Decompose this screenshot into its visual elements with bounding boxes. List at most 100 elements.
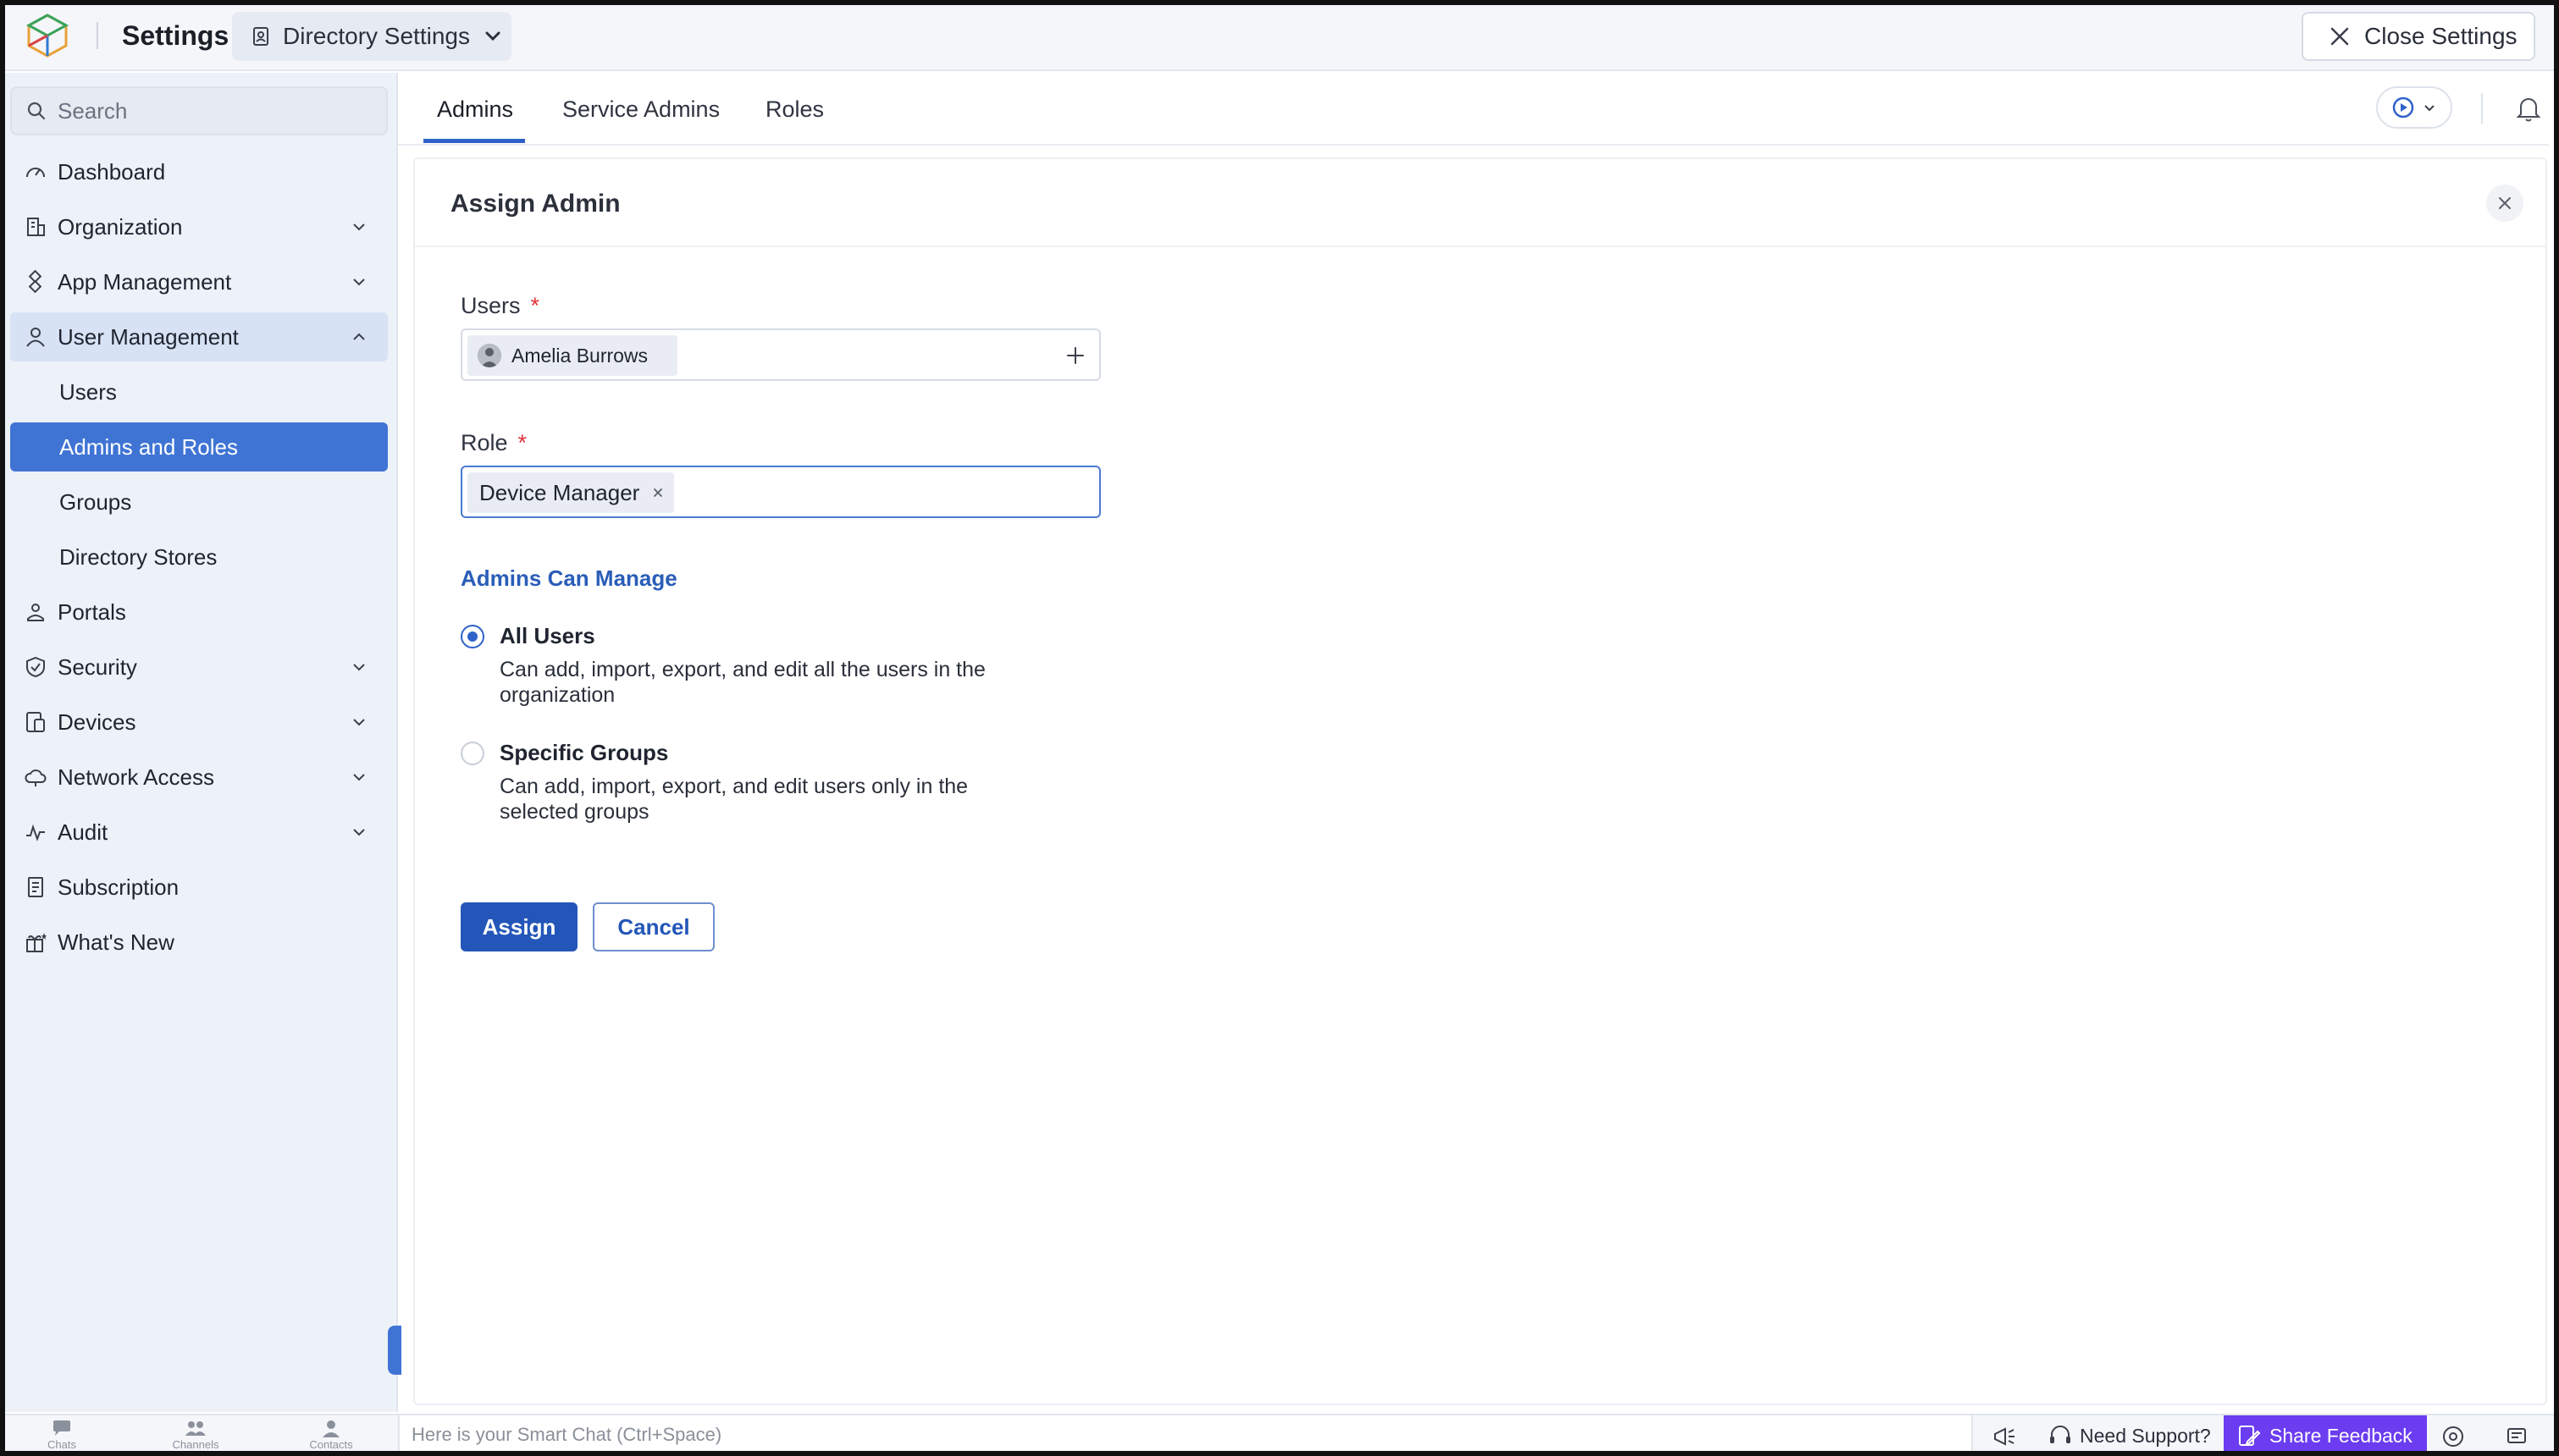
user-icon xyxy=(26,328,45,347)
chevron-down-icon xyxy=(353,719,365,726)
all-users-radio[interactable] xyxy=(461,625,484,648)
sidebar-item-devices[interactable]: Devices xyxy=(10,698,388,747)
toolbar-divider xyxy=(2481,93,2483,124)
chevron-down-icon xyxy=(353,829,365,836)
search-input[interactable] xyxy=(58,97,379,124)
close-icon xyxy=(2499,197,2511,209)
add-user-icon[interactable] xyxy=(1064,344,1087,367)
tab-bar: Admins Service Admins Roles xyxy=(398,73,2549,146)
option-title: Specific Groups xyxy=(500,740,669,765)
selected-role-name: Device Manager xyxy=(479,479,640,505)
active-tab-indicator xyxy=(423,139,525,143)
bottom-bar: Chats Channels Contacts Need Support? Sh… xyxy=(0,1414,2559,1456)
users-label-text: Users xyxy=(461,293,521,318)
feedback-icon xyxy=(2239,1426,2261,1446)
sidebar-item-label: Groups xyxy=(59,488,132,515)
app-title: Settings xyxy=(122,20,229,51)
at-mention-icon[interactable] xyxy=(2440,1424,2466,1449)
sidebar-item-admins-and-roles[interactable]: Admins and Roles xyxy=(10,422,388,472)
channels-icon xyxy=(185,1421,206,1436)
tab-admins[interactable]: Admins xyxy=(437,97,513,123)
meeting-dropdown-button[interactable] xyxy=(2376,86,2452,129)
tab-roles[interactable]: Roles xyxy=(765,97,824,123)
role-field-label: Role * xyxy=(461,430,527,456)
sidebar-item-groups[interactable]: Groups xyxy=(10,477,388,527)
smart-chat-bar[interactable] xyxy=(398,1415,1973,1456)
share-feedback-button[interactable]: Share Feedback xyxy=(2224,1415,2427,1456)
selected-role-chip[interactable]: Device Manager xyxy=(467,472,674,513)
directory-settings-label: Directory Settings xyxy=(283,23,470,49)
bottom-app-label: Chats xyxy=(47,1438,76,1451)
sidebar-item-label: Security xyxy=(58,654,137,680)
sidebar-item-label: App Management xyxy=(58,268,232,295)
sidebar-item-whats-new[interactable]: What's New xyxy=(10,918,388,967)
sidebar-item-label: Portals xyxy=(58,598,126,625)
bottom-app-chats[interactable]: Chats xyxy=(15,1419,108,1456)
close-settings-button[interactable]: Close Settings xyxy=(2302,12,2535,61)
option-description: Can add, import, export, and edit all th… xyxy=(500,658,986,707)
tab-service-admins[interactable]: Service Admins xyxy=(562,97,720,123)
sidebar-item-audit[interactable]: Audit xyxy=(10,808,388,857)
need-support-button[interactable]: Need Support? xyxy=(2048,1415,2211,1456)
panel-title: Assign Admin xyxy=(450,190,621,218)
sidebar-item-user-management[interactable]: User Management xyxy=(10,312,388,361)
remove-role-icon[interactable] xyxy=(651,486,665,499)
cloud-icon xyxy=(25,769,47,786)
close-icon xyxy=(2330,27,2349,46)
user-photo-icon xyxy=(478,344,501,367)
panel-close-button[interactable] xyxy=(2486,185,2523,222)
close-settings-label: Close Settings xyxy=(2364,23,2518,49)
messages-icon[interactable] xyxy=(2505,1424,2530,1449)
receipt-icon xyxy=(28,877,43,897)
selected-user-chip[interactable]: Amelia Burrows xyxy=(467,335,677,376)
role-field[interactable]: Device Manager xyxy=(461,466,1101,518)
announcement-icon[interactable] xyxy=(1992,1424,2017,1449)
bottom-app-channels[interactable]: Channels xyxy=(149,1419,242,1456)
apps-icon xyxy=(28,270,42,294)
bottom-app-contacts[interactable]: Contacts xyxy=(285,1419,378,1456)
gift-icon xyxy=(26,933,47,952)
share-feedback-label: Share Feedback xyxy=(2269,1424,2413,1447)
smart-chat-input[interactable] xyxy=(400,1415,1924,1454)
bottom-app-label: Channels xyxy=(172,1438,219,1451)
need-support-label: Need Support? xyxy=(2080,1424,2211,1447)
portal-icon xyxy=(27,604,44,621)
devices-icon xyxy=(26,712,45,732)
sidebar-item-portals[interactable]: Portals xyxy=(10,587,388,637)
sidebar-item-label: Admins and Roles xyxy=(59,433,238,460)
sidebar-item-directory-stores[interactable]: Directory Stores xyxy=(10,532,388,582)
sidebar-item-organization[interactable]: Organization xyxy=(10,202,388,251)
sidebar-item-label: Subscription xyxy=(58,874,180,900)
chevron-down-icon xyxy=(485,31,500,41)
bell-icon[interactable] xyxy=(2513,93,2544,124)
chat-bubble-icon xyxy=(53,1420,70,1436)
sidebar-item-app-management[interactable]: App Management xyxy=(10,257,388,306)
directory-settings-dropdown[interactable]: Directory Settings xyxy=(232,12,511,61)
sidebar-item-users[interactable]: Users xyxy=(10,367,388,416)
top-bar: Settings Directory Settings Close Settin… xyxy=(0,0,2559,71)
sidebar-item-label: Users xyxy=(59,378,117,405)
bottom-app-label: Contacts xyxy=(309,1438,353,1451)
users-field[interactable]: Amelia Burrows xyxy=(461,328,1101,381)
sidebar-item-network-access[interactable]: Network Access xyxy=(10,753,388,802)
sidebar-item-security[interactable]: Security xyxy=(10,643,388,692)
sidebar-item-subscription[interactable]: Subscription xyxy=(10,863,388,912)
building-icon xyxy=(27,218,45,236)
meeting-icon xyxy=(2392,97,2414,119)
sidebar-item-label: Audit xyxy=(58,819,108,845)
cancel-button[interactable]: Cancel xyxy=(593,902,715,951)
avatar xyxy=(478,344,501,367)
search-icon xyxy=(27,102,46,120)
contact-icon xyxy=(323,1420,340,1437)
pulse-icon xyxy=(26,824,45,841)
sidebar-item-dashboard[interactable]: Dashboard xyxy=(10,147,388,196)
sidebar-search[interactable] xyxy=(10,86,388,135)
assign-button[interactable]: Assign xyxy=(461,902,578,951)
specific-groups-radio[interactable] xyxy=(461,742,484,765)
chevron-down-icon xyxy=(353,279,365,286)
users-field-label: Users * xyxy=(461,293,539,319)
sidebar-item-label: What's New xyxy=(58,929,174,955)
sidebar-collapse-handle[interactable] xyxy=(388,1326,401,1375)
directory-icon xyxy=(253,27,268,46)
role-label-text: Role xyxy=(461,430,508,455)
